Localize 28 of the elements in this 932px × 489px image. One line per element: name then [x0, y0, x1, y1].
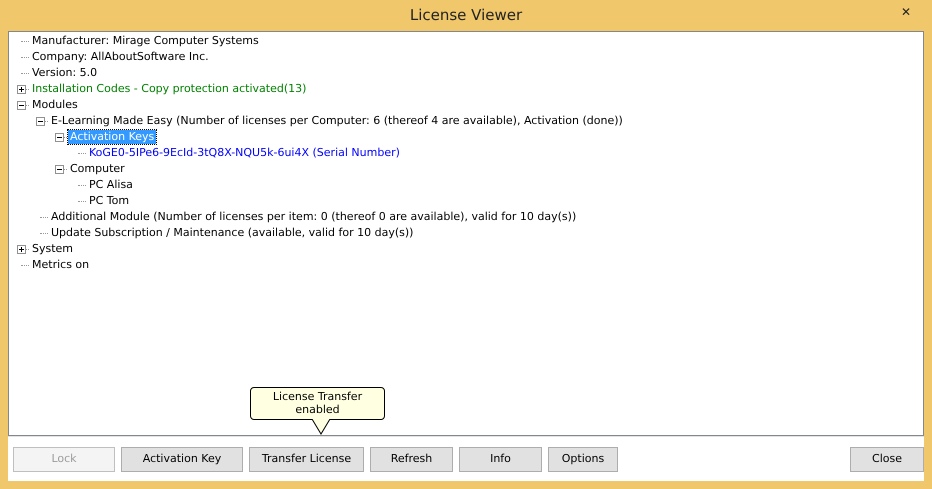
close-button[interactable]: Close	[850, 446, 924, 472]
tree-item[interactable]: Installation Codes - Copy protection activated(13)	[30, 82, 308, 96]
tree-item[interactable]: PC Alisa	[87, 178, 135, 192]
dialog-button[interactable]: Transfer License	[249, 446, 364, 472]
tree-item[interactable]: Modules	[30, 98, 80, 112]
window-title: License Viewer	[410, 5, 522, 26]
tree-item[interactable]: Company: AllAboutSoftware Inc.	[30, 50, 211, 64]
dialog-button[interactable]: Options	[548, 446, 618, 472]
dialog-button[interactable]: Activation Key	[121, 446, 243, 472]
tree-item[interactable]: Metrics on	[30, 258, 92, 272]
tooltip-tail	[312, 419, 330, 435]
collapse-icon[interactable]	[55, 164, 64, 174]
tree-item[interactable]: PC Tom	[87, 194, 132, 208]
expand-icon[interactable]	[17, 84, 26, 94]
collapse-icon[interactable]	[17, 100, 26, 110]
collapse-icon[interactable]	[36, 116, 45, 126]
tree-item[interactable]: Computer	[68, 162, 127, 176]
tree-item[interactable]: Additional Module (Number of licenses per item: 0 (thereof 0 are available), valid for 10 day(s))	[49, 210, 578, 224]
expand-icon[interactable]	[17, 244, 26, 254]
tree-item[interactable]: Manufacturer: Mirage Computer Systems	[30, 34, 261, 48]
tree-item[interactable]: System	[30, 242, 76, 256]
tree-item[interactable]: KoGE0-5IPe6-9EcId-3tQ8X-NQU5k-6ui4X (Serial Number)	[87, 146, 402, 160]
tree-item[interactable]: Update Subscription / Maintenance (available, valid for 10 day(s))	[49, 226, 416, 240]
tree-item[interactable]: E-Learning Made Easy (Number of licenses per Computer: 6 (thereof 4 are available), Activation (done))	[49, 114, 625, 128]
dialog-button[interactable]: Refresh	[370, 446, 453, 472]
collapse-icon[interactable]	[55, 132, 64, 142]
dialog-button[interactable]: Info	[459, 446, 542, 472]
tree-item[interactable]: Version: 5.0	[30, 66, 100, 80]
